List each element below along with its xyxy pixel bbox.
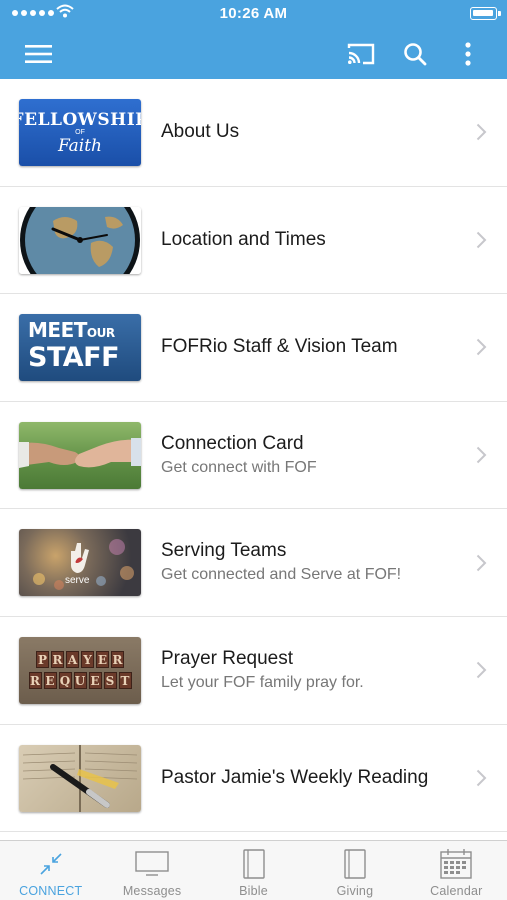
thumb-prayer-word: PRAYER (36, 651, 124, 669)
prayer-request-letterpress: PRAYER REQUEST (19, 636, 141, 704)
letter-tile: R (51, 651, 64, 669)
status-time: 10:26 AM (219, 5, 288, 22)
hamburger-menu-icon[interactable] (20, 35, 58, 73)
tab-label: Bible (239, 884, 268, 898)
status-bar: 10:26 AM (0, 0, 507, 28)
chevron-right-icon (476, 662, 487, 679)
chevron-right-icon (476, 554, 487, 571)
more-vertical-icon[interactable] (449, 35, 487, 73)
connect-arrows-icon (39, 849, 63, 879)
thumb-meet-word: MEET (28, 318, 87, 343)
calendar-icon (440, 849, 473, 879)
handshake-photo (19, 421, 141, 489)
letter-tile: S (103, 672, 117, 690)
list-item-location-and-times[interactable]: Location and Times (0, 186, 507, 295)
tab-label: CONNECT (19, 884, 83, 898)
chevron-right-icon (476, 446, 487, 464)
letter-tile: R (111, 651, 124, 669)
letter-tile: E (96, 651, 109, 669)
list-item-prayer-request[interactable]: PRAYER REQUEST Prayer Request Let your F… (0, 616, 507, 725)
header: 10:26 AM (0, 0, 507, 79)
letter-tile: E (88, 672, 102, 690)
letter-tile: E (43, 672, 57, 690)
thumb-request-word: REQUEST (28, 672, 132, 690)
tab-messages[interactable]: Messages (101, 841, 202, 900)
search-icon[interactable] (396, 35, 434, 73)
list-item-subtitle: Get connected and Serve at FOF! (161, 566, 402, 584)
list-item-title: Prayer Request (161, 647, 294, 669)
letter-tile: P (36, 651, 49, 669)
battery-icon (470, 7, 501, 20)
monitor-icon (135, 849, 169, 879)
tab-connect[interactable]: CONNECT (0, 841, 101, 900)
chevron-right-icon (476, 339, 487, 356)
list-item-title: Pastor Jamie's Weekly Reading (161, 766, 429, 788)
letter-tile: U (73, 672, 87, 690)
tab-label: Messages (122, 884, 182, 898)
letter-tile: R (28, 672, 42, 690)
content-list: FELLOWSHIP OF Faith About Us Location a (0, 79, 507, 833)
letter-tile: A (66, 651, 79, 669)
book-icon (242, 849, 265, 879)
letter-tile: Y (81, 651, 94, 669)
serve-hand-photo: serve (19, 529, 141, 597)
list-item-subtitle: Get connect with FOF (161, 458, 317, 476)
wallet-icon (344, 849, 366, 879)
chevron-right-icon (476, 769, 487, 787)
list-item-title: Location and Times (161, 228, 326, 250)
tab-label: Giving (336, 884, 374, 898)
thumb-logo-line1: FELLOWSHIP (19, 109, 141, 130)
thumb-logo-line3: Faith (58, 135, 102, 156)
app-bar (0, 28, 507, 79)
world-map-clock-image (19, 206, 141, 274)
tab-calendar[interactable]: Calendar (406, 841, 507, 900)
list-item-subtitle: Let your FOF family pray for. (161, 673, 364, 691)
thumb-our-word: OUR (86, 326, 115, 341)
list-item-title: About Us (161, 121, 240, 143)
bottom-tab-bar: CONNECT Messages Bible Giving Calendar (0, 840, 507, 900)
cast-icon[interactable] (342, 35, 380, 73)
list-item-serving-teams[interactable]: serve Serving Teams Get connected and Se… (0, 509, 507, 617)
list-item-staff-vision-team[interactable]: MEETOUR STAFF FOFRio Staff & Vision Team (0, 294, 507, 402)
thumb-serve-label: serve (65, 575, 90, 587)
tab-giving[interactable]: Giving (304, 841, 405, 900)
list-item-about-us[interactable]: FELLOWSHIP OF Faith About Us (0, 79, 507, 187)
list-item-title: FOFRio Staff & Vision Team (161, 336, 398, 358)
tab-bible[interactable]: Bible (203, 841, 304, 900)
open-bible-pen-photo (19, 744, 141, 812)
letter-tile: Q (58, 672, 72, 690)
meet-our-staff-banner: MEETOUR STAFF (19, 314, 141, 382)
list-item-weekly-reading[interactable]: Pastor Jamie's Weekly Reading (0, 724, 507, 833)
chevron-right-icon (476, 231, 487, 249)
fellowship-of-faith-logo: FELLOWSHIP OF Faith (19, 99, 141, 166)
list-item-title: Serving Teams (161, 540, 287, 562)
list-item-connection-card[interactable]: Connection Card Get connect with FOF (0, 401, 507, 510)
thumb-staff-word: STAFF (28, 342, 120, 374)
tab-label: Calendar (430, 884, 483, 898)
list-item-title: Connection Card (161, 432, 304, 454)
letter-tile: T (118, 672, 132, 690)
chevron-right-icon (476, 124, 487, 141)
